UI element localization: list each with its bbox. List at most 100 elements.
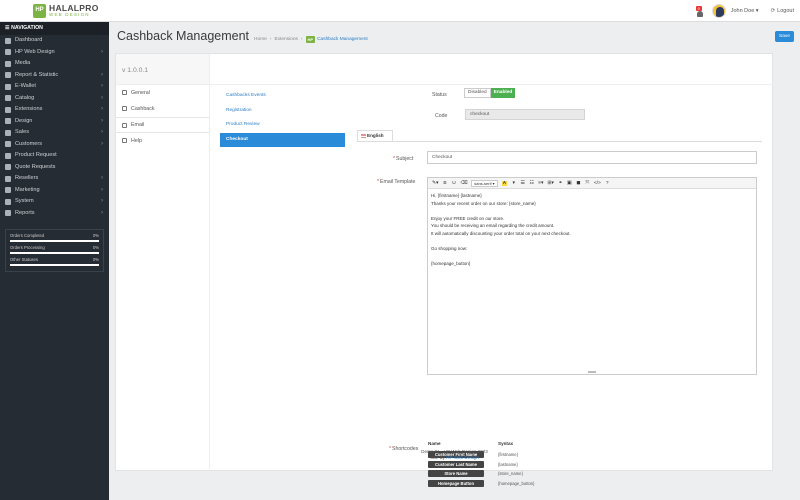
sidebar-item-report-statistic[interactable]: Report & Statistic › — [0, 70, 109, 82]
brand-logo[interactable]: HP HALALPRO WEB DESIGN — [0, 0, 109, 22]
alerts-button[interactable]: 0 — [695, 5, 704, 17]
video-button[interactable]: ◼ — [576, 181, 581, 186]
help-button[interactable]: ? — [605, 181, 610, 186]
sidebar-item-marketing[interactable]: Marketing › — [0, 185, 109, 197]
shortcode-name[interactable]: Homepage Button — [428, 479, 484, 487]
sidebar-item-media[interactable]: Media — [0, 58, 109, 70]
tab-label: Help — [131, 137, 142, 144]
bullet-list-button[interactable]: ☰ — [520, 181, 525, 186]
sidebar-item-reports[interactable]: Reports › — [0, 208, 109, 220]
subject-field[interactable]: Checkout — [427, 151, 757, 164]
wallet-icon — [5, 83, 11, 90]
chevron-right-icon: › — [101, 83, 103, 89]
footer-link[interactable]: HP Web Design — [446, 455, 479, 460]
font-color-button[interactable]: A — [501, 180, 508, 186]
sidebar-item-dashboard[interactable]: Dashboard — [0, 35, 109, 47]
color-dropdown-button[interactable]: ▾ — [511, 181, 516, 186]
chevron-right-icon: › — [101, 186, 103, 193]
stats-box: Orders Completed 0% Orders Processing 0% Oth… — [5, 229, 104, 272]
shortcode-row: Homepage Button {homepage_button} — [428, 479, 535, 489]
sidebar-item-label: Sales — [15, 129, 29, 135]
tab-english[interactable]: English — [357, 130, 393, 141]
sidebar-item-design[interactable]: Design › — [0, 116, 109, 128]
status-enabled[interactable]: Enabled — [490, 88, 516, 98]
tag-icon — [5, 95, 11, 102]
sidebar-item-catalog[interactable]: Catalog › — [0, 93, 109, 105]
logo-mark-text: HP — [35, 7, 44, 13]
left-tabs: General Cashback Email Help — [116, 85, 210, 472]
sidebar-item-resellers[interactable]: Resellers › — [0, 173, 109, 185]
stat-value: 0% — [92, 245, 99, 250]
sidebar-item-label: Dashboard — [15, 37, 43, 43]
table-button[interactable]: ⊞▾ — [547, 181, 553, 186]
font-family-select[interactable]: sans-serif ▾ — [471, 179, 498, 187]
sidebar-item-label: Reports — [15, 209, 35, 216]
cashback-icon — [122, 106, 127, 111]
sidebar-item-quote-requests[interactable]: Quote Requests — [0, 162, 109, 174]
underline-button[interactable]: U — [451, 181, 456, 186]
version-label: v 1.0.0.1 — [116, 54, 210, 85]
crumb-active[interactable]: Cashback Management — [317, 37, 368, 42]
style-button[interactable]: ✎▾ — [432, 181, 438, 186]
editor-toolbar: ✎▾ B U ⌫ sans-serif ▾ A ▾ ☰ ☷ ≡▾ ⊞▾ ⚭ ▣ ◼ ⤧ </>? — [428, 178, 756, 189]
sidebar-item-label: E-Wallet — [15, 83, 36, 89]
link-button[interactable]: ⚭ — [558, 181, 563, 186]
user-menu[interactable]: John Doe ▾ — [731, 8, 759, 14]
resize-handle[interactable] — [588, 371, 596, 373]
status-disabled[interactable]: Disabled — [464, 88, 491, 98]
status-toggle[interactable]: Disabled Enabled — [464, 88, 516, 98]
share-icon — [5, 187, 11, 194]
chevron-right-icon: › — [101, 209, 103, 216]
tab-help[interactable]: Help — [116, 133, 209, 149]
nav-header-label: NAVIGATION — [11, 25, 43, 31]
logout-label: Logout — [777, 8, 794, 14]
picture-button[interactable]: ▣ — [567, 181, 572, 186]
fullscreen-button[interactable]: ⤧ — [585, 180, 590, 186]
shortcode-name[interactable]: Customer Last Name — [428, 460, 484, 468]
sidebar-item-system[interactable]: System › — [0, 196, 109, 208]
tab-divider — [357, 141, 762, 142]
tab-english-label: English — [367, 133, 384, 138]
bold-button[interactable]: B — [442, 181, 447, 186]
subtab-registration[interactable]: Registration — [220, 104, 345, 119]
sidebar-item-extensions[interactable]: Extensions › — [0, 104, 109, 116]
editor-body[interactable]: Hi, {firstname} {lastname} Thanks your re… — [428, 189, 756, 267]
clear-format-button[interactable]: ⌫ — [460, 181, 467, 186]
tab-cashback[interactable]: Cashback — [116, 101, 209, 117]
cart-icon — [5, 129, 11, 136]
subtab-checkout[interactable]: Checkout — [220, 132, 345, 147]
email-editor[interactable]: ✎▾ B U ⌫ sans-serif ▾ A ▾ ☰ ☷ ≡▾ ⊞▾ ⚭ ▣ ◼ ⤧ </>? Hi, {f… — [427, 177, 757, 375]
editor-line: {homepage_button} — [431, 260, 471, 266]
shortcode-row: Store Name {store_name} — [428, 469, 535, 479]
sidebar-item-product-request[interactable]: Product Request — [0, 150, 109, 162]
avatar[interactable] — [711, 4, 726, 18]
shortcode-syntax: {homepage_button} — [498, 480, 535, 486]
stat-label: Orders Processing — [10, 245, 45, 250]
template-label-text: Email Template — [380, 179, 416, 185]
subtab-product-review[interactable]: Product Review — [220, 118, 345, 133]
tab-general[interactable]: General — [116, 85, 209, 101]
editor-line: You should be receiving an email regardi… — [431, 223, 555, 228]
code-label: Code — [435, 113, 448, 119]
stat-bar — [10, 240, 99, 242]
stat-bar — [10, 252, 99, 254]
logout-button[interactable]: ⟳ Logout — [771, 8, 794, 14]
sidebar-item-label: Design — [15, 117, 33, 124]
crumb-extensions[interactable]: Extensions — [274, 37, 297, 42]
editor-line — [431, 207, 753, 215]
sidebar-item-e-wallet[interactable]: E-Wallet › — [0, 81, 109, 93]
tab-label: Cashback — [131, 105, 155, 112]
sidebar-item-hp-web-design[interactable]: HP Web Design › — [0, 47, 109, 59]
sidebar-item-sales[interactable]: Sales › — [0, 127, 109, 139]
subtab-cashbacks-events[interactable]: Cashbacks Events — [220, 89, 345, 104]
code-view-button[interactable]: </> — [594, 181, 601, 186]
sidebar-item-customers[interactable]: Customers › — [0, 139, 109, 151]
ordered-list-button[interactable]: ☷ — [529, 181, 534, 186]
shortcode-name[interactable]: Store Name — [428, 470, 484, 478]
crumb-home[interactable]: Home — [254, 37, 267, 42]
save-button[interactable]: Save — [775, 31, 794, 42]
paragraph-button[interactable]: ≡▾ — [538, 181, 543, 186]
tab-email[interactable]: Email — [116, 117, 209, 133]
code-field[interactable]: checkout — [465, 109, 585, 120]
email-form: Status Disabled Enabled Code checkout En… — [354, 54, 774, 487]
